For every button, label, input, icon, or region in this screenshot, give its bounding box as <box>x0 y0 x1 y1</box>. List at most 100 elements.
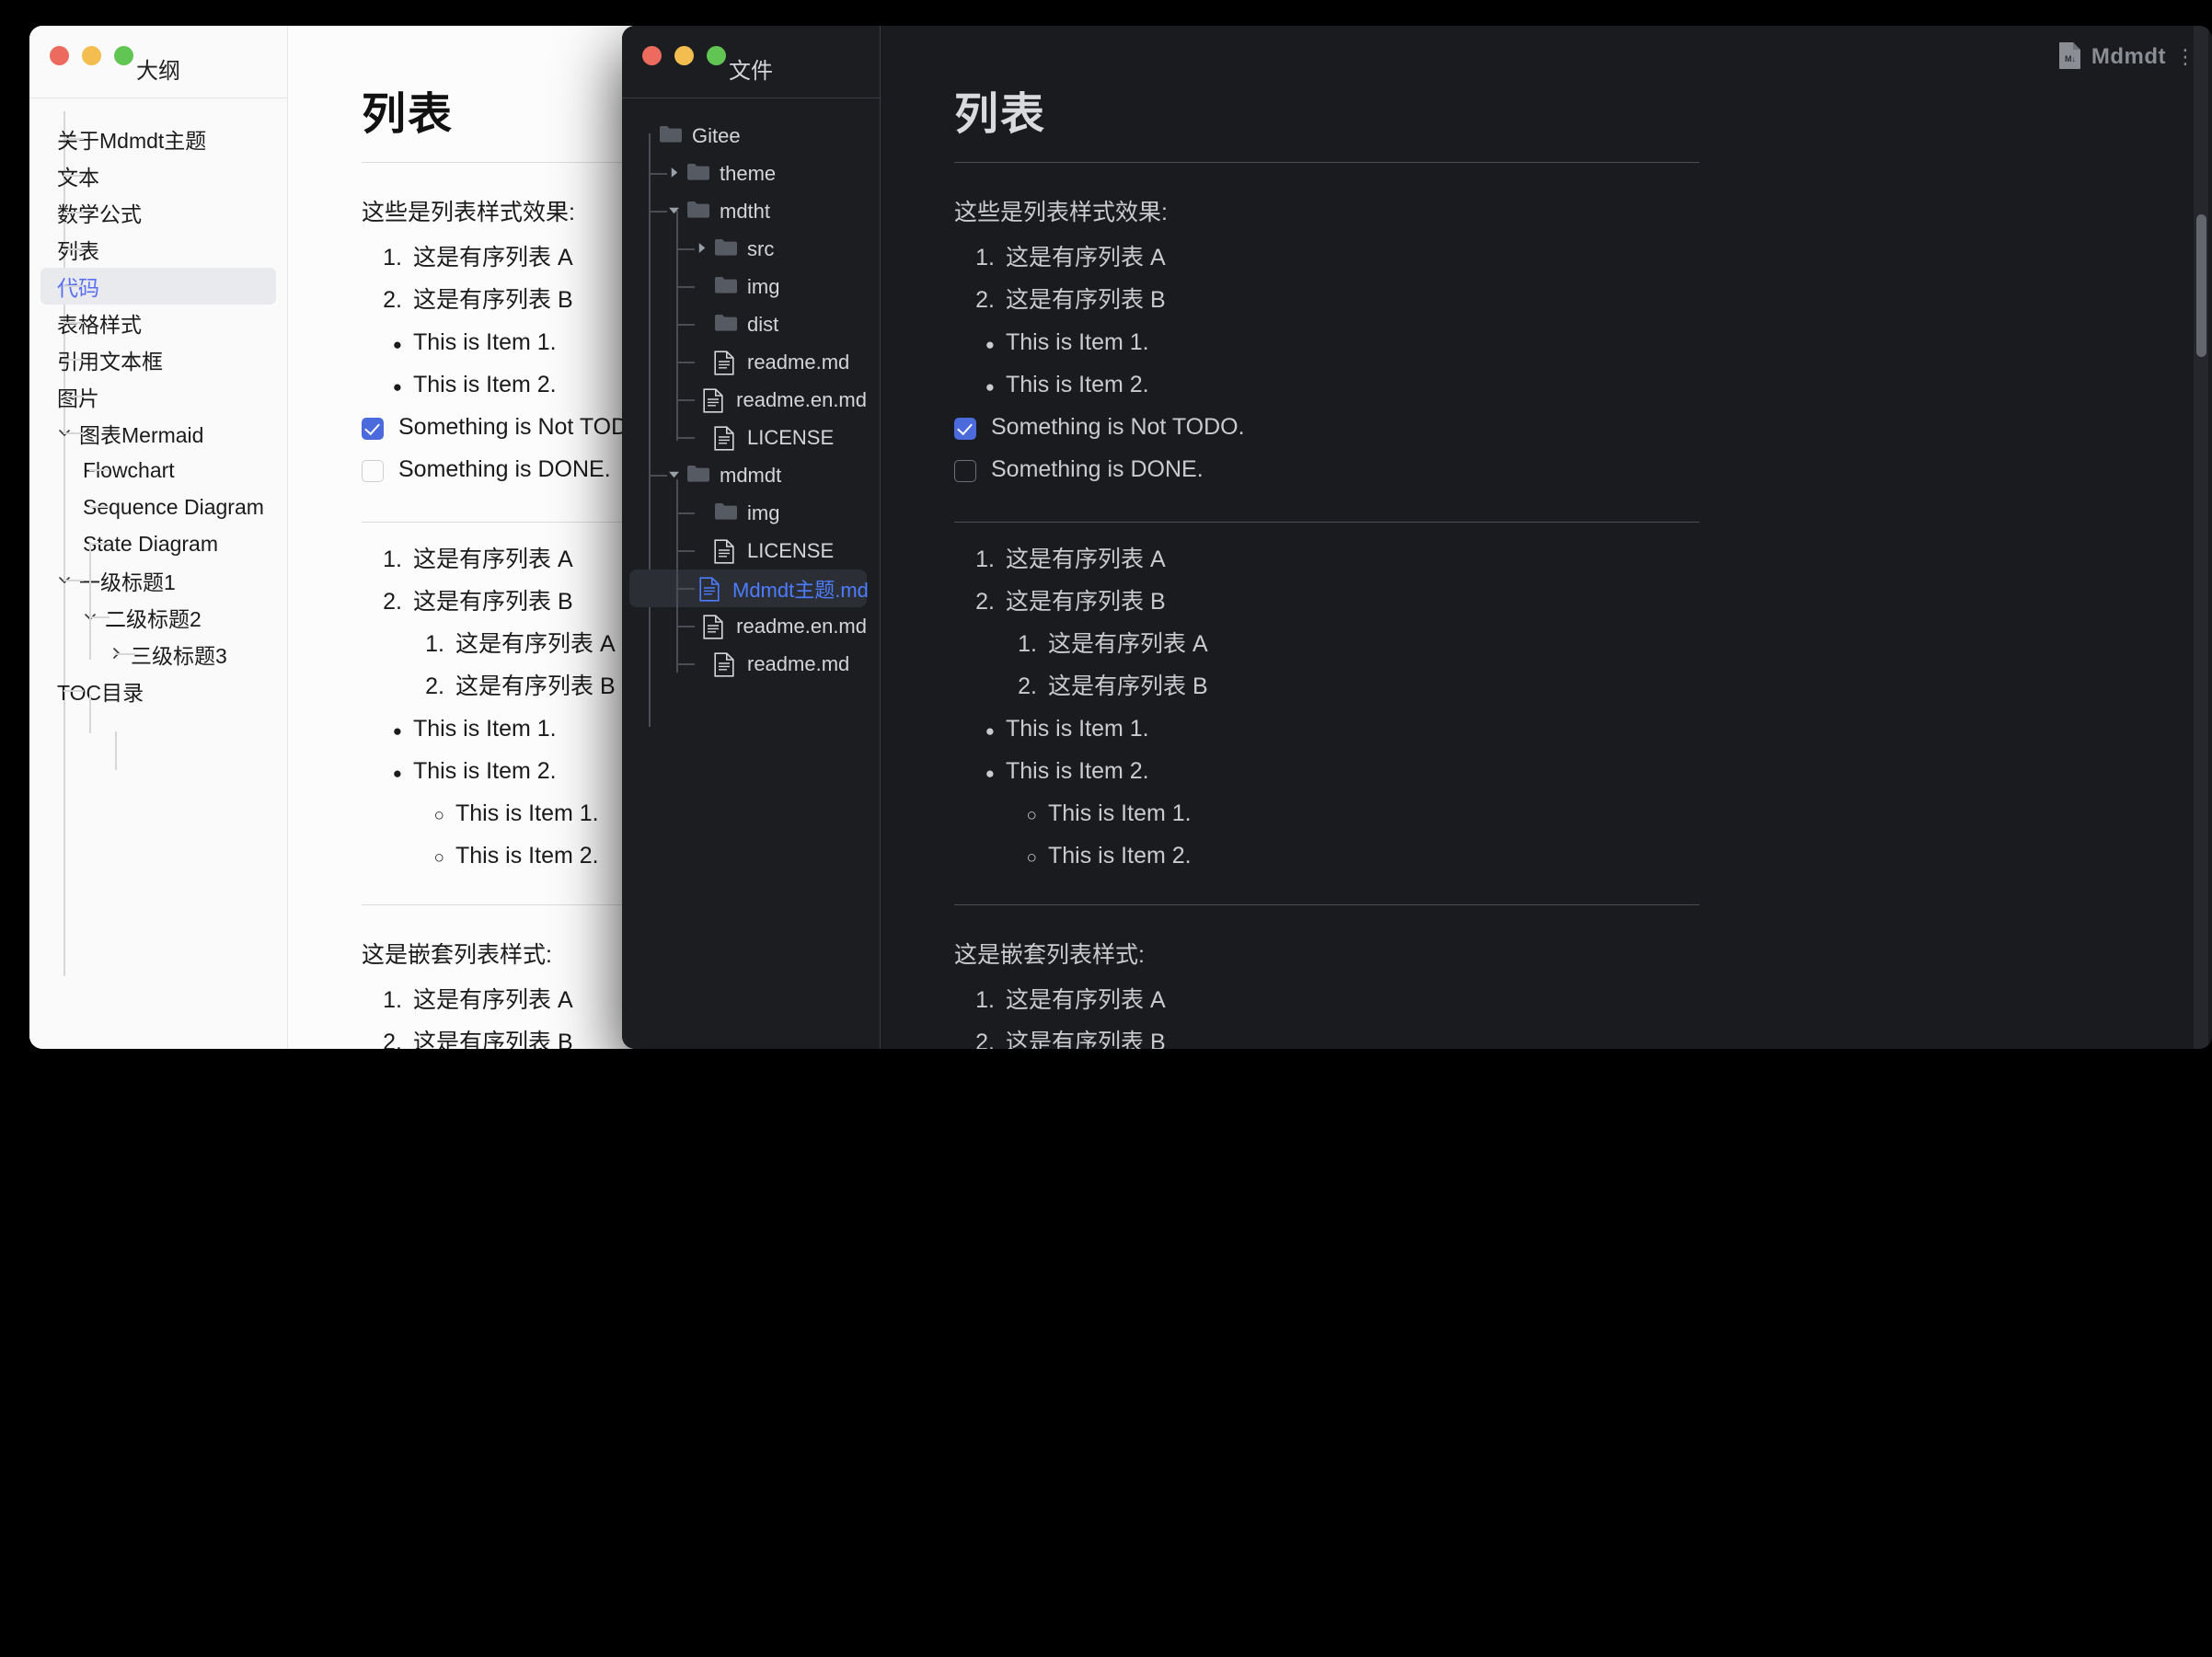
file-tree-branch-line <box>676 512 695 514</box>
outline-item-16[interactable]: TOC目录 <box>40 673 276 709</box>
file-tree-item-5[interactable]: img <box>629 268 867 305</box>
file-tree-item-11[interactable]: img <box>629 494 867 532</box>
file-tree-item-label: img <box>747 501 779 525</box>
outline-item-12[interactable]: State Diagram <box>40 525 276 562</box>
outline-item-5[interactable]: 代码 <box>40 268 276 305</box>
checkbox-unchecked[interactable] <box>362 460 384 482</box>
list-item-text: 这是有序列表 B <box>1006 289 1166 312</box>
list-item-text: 这是有序列表 A <box>1048 633 1208 656</box>
file-tree-item-2[interactable]: theme <box>629 155 867 192</box>
scrollbar-thumb[interactable] <box>2196 214 2206 357</box>
file-tree-item-6[interactable]: dist <box>629 305 867 343</box>
folder-icon <box>714 275 738 299</box>
outline-item-9[interactable]: 图表Mermaid <box>40 415 276 452</box>
checkbox-checked[interactable] <box>362 418 384 440</box>
list-marker: 1. <box>954 247 995 270</box>
file-tree-item-label: readme.md <box>747 652 849 676</box>
file-tree-item-4[interactable]: src <box>629 230 867 268</box>
tree-branch-line <box>89 543 109 545</box>
list-item-text: 这是有序列表 A <box>1006 548 1166 571</box>
file-tree-item-3[interactable]: mdtht <box>629 192 867 230</box>
outline-tree: 关于Mdmdt主题文本数学公式列表代码表格样式引用文本框图片图表MermaidF… <box>29 98 287 1049</box>
list-item-text: This is Item 2. <box>1006 374 1149 397</box>
file-tree-item-10[interactable]: mdmdt <box>629 456 867 494</box>
dark-traffic-lights <box>642 46 726 65</box>
list-marker: 1. <box>997 633 1037 656</box>
outline-item-15[interactable]: 三级标题3 <box>40 636 276 673</box>
triangle-right-icon[interactable] <box>668 167 683 180</box>
file-tree-item-1[interactable]: Gitee <box>629 117 867 155</box>
file-tree-item-label: mdmdt <box>720 464 781 488</box>
tree-branch-line <box>63 138 84 140</box>
list-marker: 2. <box>954 289 995 312</box>
list-marker <box>362 718 402 741</box>
vertical-scrollbar[interactable] <box>2194 26 2208 1049</box>
list-item: This is Item 2. <box>954 845 2212 868</box>
outline-item-2[interactable]: 文本 <box>40 157 276 194</box>
tree-branch-line <box>63 322 84 324</box>
triangle-right-icon[interactable] <box>696 242 710 256</box>
outline-item-8[interactable]: 图片 <box>40 378 276 415</box>
file-tree-item-12[interactable]: LICENSE <box>629 532 867 570</box>
outline-item-13[interactable]: 一级标题1 <box>40 562 276 599</box>
list-item: This is Item 1. <box>954 718 2212 741</box>
dark-document-view: M↓ Mdmdt ⋮ 列表 这些是列表样式效果: 1.这是有序列表 A2.这是有… <box>881 26 2212 1049</box>
file-tree-item-9[interactable]: LICENSE <box>629 419 867 456</box>
file-tree-item-14[interactable]: readme.en.md <box>629 607 867 645</box>
maximize-button[interactable] <box>707 46 726 65</box>
minimize-button[interactable] <box>82 46 101 65</box>
list-marker: 2. <box>954 591 995 614</box>
file-tree-item-label: readme.md <box>747 351 849 374</box>
file-tree-item-label: src <box>747 237 774 261</box>
file-tree-item-label: Mdmdt主题.md <box>732 574 869 604</box>
file-tree-item-label: readme.en.md <box>736 615 867 639</box>
list-marker: 1. <box>362 989 402 1012</box>
outline-item-10[interactable]: Flowchart <box>40 452 276 489</box>
file-tree-item-label: theme <box>720 162 776 186</box>
outline-item-1[interactable]: 关于Mdmdt主题 <box>40 121 276 157</box>
list-marker: 2. <box>954 1031 995 1049</box>
list-marker: 2. <box>997 675 1037 698</box>
close-button[interactable] <box>642 46 662 65</box>
list-marker <box>362 331 402 354</box>
file-explorer-sidebar: 文件 Giteethememdthtsrcimgdistreadme.mdrea… <box>622 26 881 1049</box>
outline-item-7[interactable]: 引用文本框 <box>40 341 276 378</box>
checkbox-checked[interactable] <box>954 418 976 440</box>
outline-item-label: 一级标题1 <box>79 565 176 596</box>
outline-item-14[interactable]: 二级标题2 <box>40 599 276 636</box>
title-divider <box>954 162 1699 163</box>
outline-sidebar: 大纲 关于Mdmdt主题文本数学公式列表代码表格样式引用文本框图片图表Merma… <box>29 26 288 1049</box>
file-tree: Gitee theme mdtht src img dist readme.md readme… <box>622 98 880 1049</box>
outline-item-11[interactable]: Sequence Diagram <box>40 489 276 525</box>
close-button[interactable] <box>50 46 69 65</box>
triangle-down-icon[interactable] <box>668 468 683 482</box>
file-tree-item-15[interactable]: readme.md <box>629 645 867 683</box>
list-item-text: This is Item 2. <box>1048 845 1192 868</box>
folder-icon <box>714 313 738 337</box>
tree-branch-line <box>89 506 109 508</box>
list-item: This is Item 2. <box>954 374 2212 397</box>
tab-mdmdt[interactable]: M↓ Mdmdt ⋮ <box>2058 41 2195 74</box>
list-item-text: This is Item 2. <box>1006 760 1149 783</box>
outline-item-3[interactable]: 数学公式 <box>40 194 276 231</box>
nested-intro-paragraph: 这是嵌套列表样式: <box>954 937 2212 970</box>
list-item: This is Item 1. <box>954 331 2212 354</box>
folder-icon <box>686 162 710 186</box>
tree-branch-line <box>63 175 84 177</box>
outline-item-6[interactable]: 表格样式 <box>40 305 276 341</box>
section-divider-2 <box>954 904 1699 905</box>
file-icon <box>714 426 738 450</box>
checkbox-unchecked[interactable] <box>954 460 976 482</box>
file-tree-item-8[interactable]: readme.en.md <box>629 381 867 419</box>
section-divider-1 <box>954 522 1699 523</box>
triangle-down-icon[interactable] <box>668 204 683 218</box>
list-item-text: 这是有序列表 B <box>1048 675 1208 698</box>
maximize-button[interactable] <box>114 46 133 65</box>
minimize-button[interactable] <box>674 46 694 65</box>
file-tree-item-label: img <box>747 275 779 299</box>
list-item-text: 这是有序列表 B <box>413 591 573 614</box>
list-marker <box>997 845 1037 868</box>
outline-item-4[interactable]: 列表 <box>40 231 276 268</box>
file-tree-item-13[interactable]: Mdmdt主题.md <box>629 570 867 607</box>
file-tree-item-7[interactable]: readme.md <box>629 343 867 381</box>
